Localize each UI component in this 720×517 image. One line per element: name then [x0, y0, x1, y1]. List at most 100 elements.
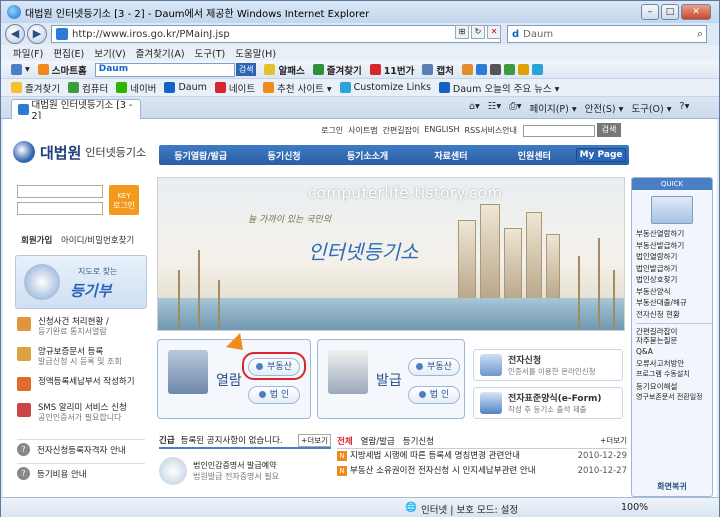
top-link-sitemap[interactable]: 사이트맵 — [348, 125, 377, 136]
quick-link[interactable]: 영구보존문서 전환일정 — [636, 392, 712, 404]
quick-link[interactable]: 부동산양식 — [636, 286, 712, 298]
menu-edit[interactable]: 편집(E) — [53, 46, 84, 60]
view-corporation-button[interactable]: 법 인 — [248, 386, 300, 404]
refresh-icon[interactable]: ↻ — [471, 25, 485, 39]
site-search-button[interactable]: 검색 — [597, 123, 621, 137]
toolbar-favorites[interactable]: 즐겨찾기 — [312, 63, 362, 77]
tab-iros[interactable]: 대법원 인터넷등기소 [3 - 2] — [11, 99, 141, 122]
quick-link[interactable]: 간편길라잡이 — [636, 323, 712, 335]
site-logo[interactable]: 대법원 인터넷등기소 — [13, 141, 146, 163]
issue-corporation-button[interactable]: 법 인 — [408, 386, 460, 404]
safety-menu[interactable]: 안전(S) ▾ — [585, 101, 624, 115]
service-e-form[interactable]: 전자표준양식(e-Form) 작성 후 등기소 출석 제출 — [473, 387, 623, 419]
fav-daum-news[interactable]: Daum 오늘의 주요 뉴스 ▾ — [438, 81, 559, 95]
toolbar-alpass[interactable]: 알패스 — [264, 63, 305, 77]
quick-link[interactable]: 부동산발급하기 — [636, 240, 712, 252]
quick-top-button[interactable]: 화면복귀 — [632, 481, 712, 492]
news-row[interactable]: N 지방세법 시행에 따른 등록세 명칭변경 관련안내 2010-12-29 — [337, 449, 627, 464]
maximize-button[interactable]: □ — [661, 4, 679, 20]
tools-menu[interactable]: 도구(O) ▾ — [631, 101, 671, 115]
password-field[interactable] — [17, 202, 103, 215]
address-field[interactable]: http://www.iros.go.kr/PMainJ.jsp — [51, 25, 501, 43]
zoom-level[interactable]: 100% — [621, 502, 648, 513]
search-box[interactable]: d Daum ⌕ — [507, 25, 707, 43]
help-icon[interactable]: ?▾ — [680, 101, 690, 115]
news-tab-apply[interactable]: 등기신청 — [403, 435, 434, 447]
fav-customize-links[interactable]: Customize Links — [339, 82, 431, 93]
left-item-completion[interactable]: 신청사건 처리현황 / 등기완료 통지서열람 — [17, 317, 145, 337]
stop-icon[interactable]: ✕ — [487, 25, 501, 39]
daum-search-field[interactable]: Daum 검색 — [94, 62, 257, 77]
toolbar-capture[interactable]: 캡처 — [422, 63, 454, 77]
nav-mypage[interactable]: My Page — [576, 148, 627, 162]
map-search-banner[interactable]: 지도로 찾는 등기부 — [15, 255, 147, 309]
quick-link[interactable]: Q&A — [636, 346, 712, 358]
fav-daum[interactable]: Daum — [164, 82, 207, 93]
search-icon[interactable]: ⌕ — [697, 27, 703, 41]
quick-link[interactable]: 오류사고처방안 — [636, 358, 712, 370]
favorites-button[interactable]: 즐겨찾기 — [11, 81, 60, 95]
nav-view-issue[interactable]: 등기열람/발급 — [159, 149, 242, 162]
news-tab-view[interactable]: 열람/발급 — [361, 435, 395, 447]
service-e-application[interactable]: 전자신청 인증서를 이용한 온라인신청 — [473, 349, 623, 381]
toolbar-11st[interactable]: 11번가 — [369, 63, 414, 77]
quick-link[interactable]: 법인발급하기 — [636, 263, 712, 275]
id-field[interactable] — [17, 185, 103, 198]
left-bottom-applicant[interactable]: ? 전자신청등록자격자 안내 — [17, 439, 145, 459]
nav-apply[interactable]: 등기신청 — [242, 149, 325, 162]
print-icon[interactable]: ⎙▾ — [509, 101, 521, 115]
compat-icon[interactable]: ⊞ — [455, 25, 469, 39]
close-button[interactable]: ✕ — [681, 4, 711, 20]
top-link-login[interactable]: 로그인 — [321, 125, 343, 136]
menu-tools[interactable]: 도구(T) — [195, 46, 226, 60]
news-more-button[interactable]: +더보기 — [600, 435, 627, 446]
signup-link[interactable]: 회원가입 — [21, 236, 52, 246]
notice-body[interactable]: 법인인감증명서 발급예약 법원발급 전자증명서 필요 — [159, 457, 331, 485]
fav-suggested[interactable]: 추천 사이트 ▾ — [263, 81, 332, 95]
new-badge-icon: N — [337, 466, 347, 476]
top-link-guide[interactable]: 간편길잡이 — [383, 125, 420, 136]
left-item-guarantee[interactable]: 양규보증문서 등록 발급신청 시 등록 및 조회 — [17, 347, 145, 367]
quick-link[interactable]: 법인열람하기 — [636, 251, 712, 263]
feeds-icon[interactable]: ☷▾ — [488, 101, 501, 115]
page-menu[interactable]: 페이지(P) ▾ — [529, 101, 576, 115]
back-button[interactable]: ◀ — [5, 24, 25, 44]
issue-realestate-button[interactable]: 부동산 — [408, 358, 460, 376]
quick-link[interactable]: 전자신청 현황 — [636, 309, 712, 321]
quick-link[interactable]: 법인상호찾기 — [636, 274, 712, 286]
quick-link[interactable]: 프로그램 수동설치 — [636, 369, 712, 381]
toolbar-smarthome[interactable]: 스마트홈 — [37, 63, 87, 77]
login-button[interactable]: KEY 로그인 — [109, 185, 139, 215]
menu-favorites[interactable]: 즐겨찾기(A) — [136, 46, 185, 60]
quick-link[interactable]: 부동산열람하기 — [636, 228, 712, 240]
daum-search-button[interactable]: 검색 — [235, 63, 257, 76]
news-tab-all[interactable]: 전체 — [337, 435, 353, 447]
left-bottom-fees[interactable]: ? 등기비용 안내 — [17, 463, 145, 483]
quick-link[interactable]: 부동산대출/해규 — [636, 297, 712, 309]
nav-resources[interactable]: 자료센터 — [409, 149, 492, 162]
menu-view[interactable]: 보기(V) — [94, 46, 125, 60]
site-search-input[interactable] — [523, 125, 595, 137]
menu-file[interactable]: 파일(F) — [13, 46, 43, 60]
left-item-tax-form[interactable]: 정액등록세납부서 작성하기 — [17, 377, 145, 391]
top-link-english[interactable]: ENGLISH — [424, 125, 459, 136]
quick-link[interactable]: 자주묻는질문 — [636, 335, 712, 347]
toolbar-options-icon[interactable]: ▾ — [11, 64, 30, 75]
left-item-sms[interactable]: SMS 알리미 서비스 신청 공인인증서가 필요합니다 — [17, 403, 145, 423]
minimize-button[interactable]: – — [641, 4, 659, 20]
forward-button[interactable]: ▶ — [27, 24, 47, 44]
notice-more-button[interactable]: +더보기 — [298, 433, 331, 447]
daum-toolbar: ▾ 스마트홈 Daum 검색 알패스 즐겨찾기 11번가 캡처 — [1, 61, 719, 79]
fav-naver[interactable]: 네이버 — [116, 81, 156, 95]
find-account-link[interactable]: 아이디/비밀번호찾기 — [61, 236, 134, 246]
nav-about[interactable]: 등기소소개 — [326, 149, 409, 162]
menu-help[interactable]: 도움말(H) — [235, 46, 276, 60]
nav-center[interactable]: 인원센터 — [493, 149, 576, 162]
home-icon[interactable]: ⌂▾ — [469, 101, 480, 115]
quick-link[interactable]: 등기요이해설 — [636, 381, 712, 393]
fav-nate[interactable]: 네이트 — [214, 81, 255, 95]
toolbar-extra-icons[interactable] — [461, 64, 546, 75]
top-link-rss[interactable]: RSS서비스안내 — [465, 125, 518, 136]
fav-computer[interactable]: 컴퓨터 — [67, 81, 108, 95]
news-row[interactable]: N 부동산 소유권이전 전자신청 시 인지세납부관련 안내 2010-12-27 — [337, 464, 627, 479]
